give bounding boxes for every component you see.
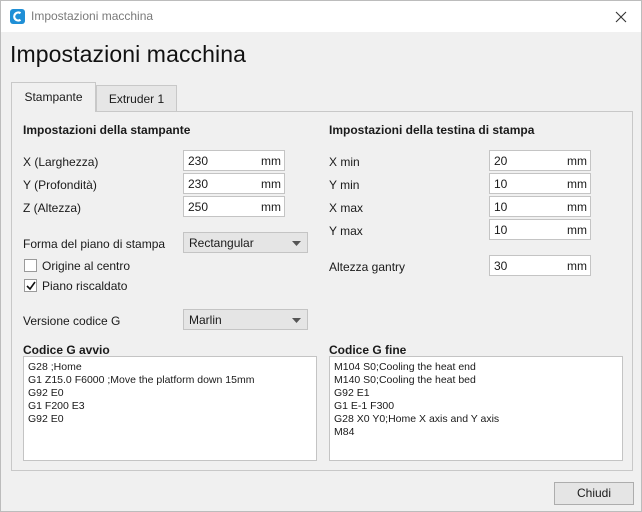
ymin-value: 10 <box>494 177 508 191</box>
xmax-field[interactable]: 10 mm <box>489 196 591 217</box>
xmax-label: X max <box>329 201 364 215</box>
xmin-unit: mm <box>567 154 587 168</box>
ymax-label: Y max <box>329 224 363 238</box>
close-button[interactable]: Chiudi <box>554 482 634 505</box>
close-window-button[interactable] <box>611 7 631 27</box>
xmax-unit: mm <box>567 200 587 214</box>
end-gcode-editor[interactable]: M104 S0;Cooling the heat end M140 S0;Coo… <box>329 356 623 461</box>
x-width-unit: mm <box>261 154 281 168</box>
close-icon <box>615 11 627 23</box>
gcode-flavor-select[interactable]: Marlin <box>183 309 308 330</box>
x-width-label: X (Larghezza) <box>23 155 99 169</box>
chevron-down-icon <box>292 318 301 323</box>
gcode-flavor-label: Versione codice G <box>23 314 121 328</box>
z-height-unit: mm <box>261 200 281 214</box>
ymax-unit: mm <box>567 223 587 237</box>
gantry-height-value: 30 <box>494 259 508 273</box>
y-depth-unit: mm <box>261 177 281 191</box>
settings-panel: Impostazioni della stampante X (Larghezz… <box>11 111 633 471</box>
end-gcode-title: Codice G fine <box>329 343 407 357</box>
machine-settings-dialog: Impostazioni macchina Impostazioni macch… <box>0 0 642 512</box>
window-title: Impostazioni macchina <box>31 9 154 23</box>
y-depth-field[interactable]: 230 mm <box>183 173 285 194</box>
xmin-label: X min <box>329 155 360 169</box>
bed-shape-value: Rectangular <box>189 236 254 250</box>
tab-extruder-1[interactable]: Extruder 1 <box>96 85 177 111</box>
xmin-field[interactable]: 20 mm <box>489 150 591 171</box>
chevron-down-icon <box>292 241 301 246</box>
origin-center-checkbox[interactable] <box>24 259 37 272</box>
checkmark-icon <box>26 281 36 291</box>
page-title: Impostazioni macchina <box>10 41 247 67</box>
title-bar: Impostazioni macchina <box>1 1 641 32</box>
start-gcode-title: Codice G avvio <box>23 343 110 357</box>
y-depth-label: Y (Profondità) <box>23 178 97 192</box>
bed-shape-select[interactable]: Rectangular <box>183 232 308 253</box>
tab-stampante[interactable]: Stampante <box>11 82 96 112</box>
printhead-settings-title: Impostazioni della testina di stampa <box>329 123 535 137</box>
heated-bed-checkbox[interactable] <box>24 279 37 292</box>
y-depth-value: 230 <box>188 177 209 191</box>
start-gcode-editor[interactable]: G28 ;Home G1 Z15.0 F6000 ;Move the platf… <box>23 356 317 461</box>
z-height-label: Z (Altezza) <box>23 201 82 215</box>
gantry-height-label: Altezza gantry <box>329 260 406 274</box>
heated-bed-label: Piano riscaldato <box>42 279 128 293</box>
gantry-height-field[interactable]: 30 mm <box>489 255 591 276</box>
origin-center-label: Origine al centro <box>42 259 131 273</box>
xmin-value: 20 <box>494 154 508 168</box>
ymin-unit: mm <box>567 177 587 191</box>
ymin-field[interactable]: 10 mm <box>489 173 591 194</box>
x-width-field[interactable]: 230 mm <box>183 150 285 171</box>
z-height-field[interactable]: 250 mm <box>183 196 285 217</box>
x-width-value: 230 <box>188 154 209 168</box>
cura-logo-icon <box>10 9 25 24</box>
ymax-value: 10 <box>494 223 508 237</box>
printer-settings-title: Impostazioni della stampante <box>23 123 191 137</box>
z-height-value: 250 <box>188 200 209 214</box>
ymin-label: Y min <box>329 178 360 192</box>
ymax-field[interactable]: 10 mm <box>489 219 591 240</box>
gcode-flavor-value: Marlin <box>189 313 222 327</box>
gantry-height-unit: mm <box>567 259 587 273</box>
bed-shape-label: Forma del piano di stampa <box>23 237 166 251</box>
xmax-value: 10 <box>494 200 508 214</box>
